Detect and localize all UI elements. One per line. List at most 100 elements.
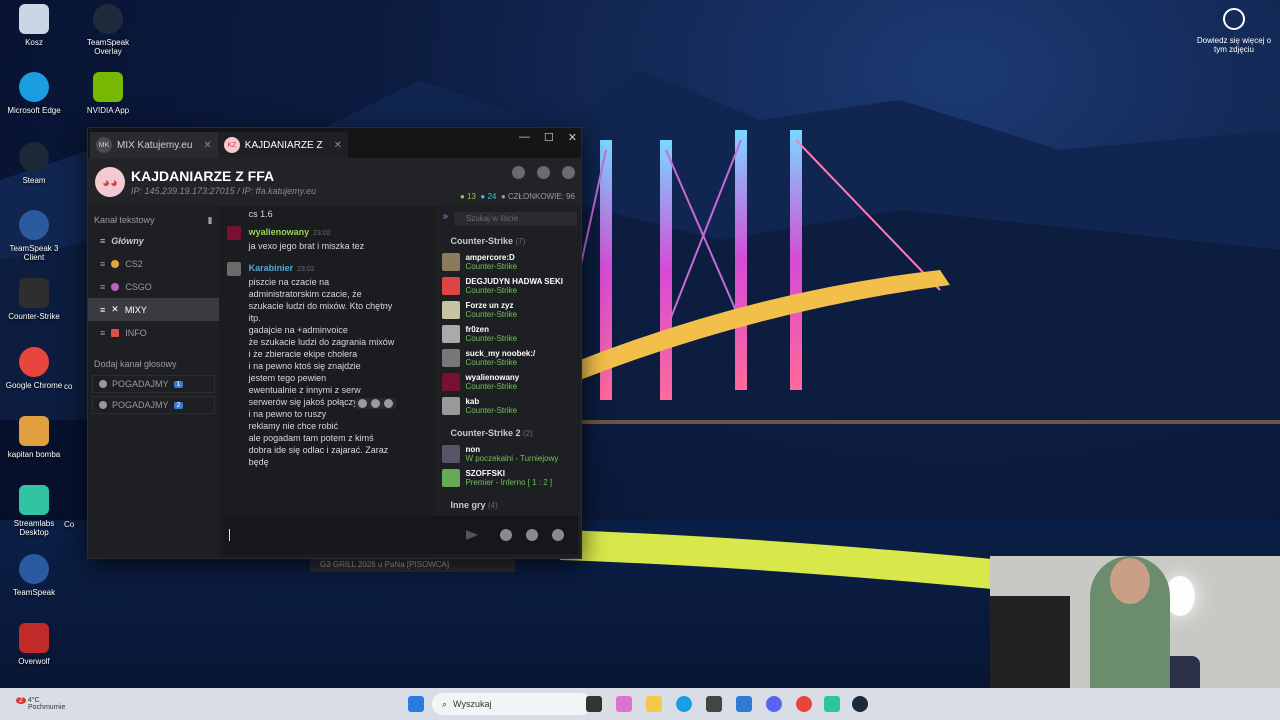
voice-channels-header[interactable]: Dodaj kanał głosowy [94,359,177,369]
edge-icon[interactable] [676,696,692,712]
collapse-members-icon[interactable]: » [442,211,448,222]
desktop-icon-teamspeak-overlay[interactable]: TeamSpeak Overlay [74,4,142,56]
member-item[interactable]: DEGJUDYN HADWA SEKI Counter-Strike [442,274,581,298]
desktop-icon-kapitan-bomba[interactable]: kapitan bomba [0,416,68,459]
maximize-icon[interactable]: ☐ [544,131,554,144]
member-item[interactable]: suck_my noobek:/Counter-Strike [442,346,581,370]
notification-badge: 2 [16,697,26,704]
chrome-icon [19,347,49,377]
member-search[interactable]: Szukaj w liście [454,212,577,226]
send-icon[interactable] [466,530,478,540]
avatar[interactable] [226,262,241,276]
close-tab-icon[interactable]: ✕ [203,140,211,151]
message-text: i na pewno to ruszy [248,409,327,419]
member-item[interactable]: SZOFFSKI Premier - Inferno [ 1 : 2 ] [442,466,581,490]
tab-mix-katujemy[interactable]: MK MIX Katujemy.eu ✕ [90,132,218,158]
task-view-icon[interactable] [586,696,602,712]
more-icon[interactable] [383,399,393,408]
mic-icon [99,380,107,388]
copilot-icon[interactable] [616,696,632,712]
server-header: ◕◕ KAJDANIARZE Z FFA IP: 145.239.19.173:… [88,158,581,206]
desktop-icon-label: TeamSpeak Overlay [86,38,130,56]
desktop-icon-chrome[interactable]: Google Chrome [0,347,68,390]
voice-channel-pogadajmy-2[interactable]: POGADAJMY 2 [92,396,215,414]
desktop-icon-counter-strike[interactable]: Counter-Strike [0,278,68,321]
add-user-icon[interactable] [537,166,550,179]
channel-glowny[interactable]: ≡ Główny [88,229,219,252]
desktop-icon-label: Co [64,520,75,529]
message-author[interactable]: wyalienowany [249,227,310,237]
store-icon[interactable] [706,696,722,712]
windows-start-icon[interactable] [408,696,424,712]
recycle-bin-icon [19,4,49,34]
member-item[interactable]: Forze un zyz Counter-Strike [442,298,581,322]
streamlabs-icon[interactable] [824,696,840,712]
desktop-icon-edge[interactable]: Microsoft Edge [0,72,68,115]
camera-icon [1223,8,1245,30]
member-item[interactable]: ampercore:D Counter-Strike [442,250,581,274]
bell-icon[interactable] [512,166,525,179]
weather-widget[interactable]: 2 4°C Pochmurnie [16,697,65,711]
desktop-icon-label: Counter-Strike [8,312,60,321]
member-item[interactable]: fr0zen Counter-Strike [442,322,581,346]
teamspeak-icon [19,554,49,584]
tab-kajdaniarze[interactable]: KZ KAJDANIARZE Z ✕ [217,132,348,158]
message-text: administratorskim czacie, że [248,289,362,299]
emoji-icon[interactable] [500,529,512,541]
tab-label: KAJDANIARZE Z [244,139,323,151]
attachment-icon[interactable] [526,529,538,541]
message-author[interactable]: Karabinier [249,263,294,273]
trash-icon[interactable]: ▮ [208,215,213,226]
member-item[interactable]: kab Counter-Strike [442,394,581,418]
discord-icon[interactable] [766,696,782,712]
background-window-title[interactable]: G3 GRILL 2026 u PaNa [PISOWCA] [310,558,515,572]
message-text: ale pogadam tam potem z kimś [248,433,374,443]
member-name: ampercore:D [465,253,515,262]
taskbar-search[interactable]: ⌕ Wyszukaj [432,693,592,715]
gear-icon[interactable] [562,166,575,179]
avatar[interactable] [226,226,241,240]
desktop-icon-partial[interactable]: co [64,382,84,391]
message-composer [223,516,578,554]
file-explorer-icon[interactable] [646,696,662,712]
message-text: jestem tego pewien [248,373,327,383]
message-text: i że zbieracie ekipe cholera [248,349,358,359]
weather-temp: 4°C [27,697,40,704]
member-item[interactable]: non W poczekalni - Turniejowy [442,442,581,466]
desktop-icon-overwolf[interactable]: Overwolf [0,623,68,666]
member-name: SZOFFSKI [465,469,506,478]
desktop-icon-steam[interactable]: Steam [0,142,68,185]
delete-icon[interactable] [370,399,380,408]
close-window-icon[interactable]: ✕ [568,131,577,144]
desktop-icon-streamlabs[interactable]: Streamlabs Desktop [0,485,68,537]
channel-cs2[interactable]: ≡ CS2 [88,252,219,275]
desktop-icon-teamspeak[interactable]: TeamSpeak [0,554,68,597]
wallpaper-info[interactable]: Dowiedz się więcej o tym zdjęciu [1194,8,1274,54]
server-stats: ● 13 ● 24 ● CZŁONKOWIE: 96 [459,192,575,201]
member-item[interactable]: wyalienowany Counter-Strike [442,370,581,394]
channel-info[interactable]: ≡ INFO [88,321,219,344]
mail-icon[interactable] [736,696,752,712]
member-name: fr0zen [465,325,490,334]
server-avatar: MK [96,137,112,153]
chrome-icon[interactable] [796,696,812,712]
desktop-icon-partial[interactable]: Co [64,520,84,529]
minimize-icon[interactable]: — [519,131,530,144]
emoji-react-icon[interactable] [357,399,367,408]
message-input[interactable] [229,529,230,541]
mic-icon[interactable] [552,529,564,541]
close-tab-icon[interactable]: ✕ [334,140,342,151]
desktop-icon-label: Microsoft Edge [7,106,61,115]
desktop-icon-nvidia[interactable]: NVIDIA App [74,72,142,115]
nvidia-icon [93,72,123,102]
member-name: DEGJUDYN HADWA SEKI [465,277,563,286]
voice-channel-pogadajmy-1[interactable]: POGADAJMY 1 [92,375,215,393]
member-status: Counter-Strike [465,358,518,367]
desktop-icon-teamspeak3[interactable]: TeamSpeak 3 Client [0,210,68,262]
message-text: i na pewno ktoś się znajdzie [248,361,361,371]
steam-icon[interactable] [852,696,868,712]
desktop-icon-kosz[interactable]: Kosz [0,4,68,47]
search-label: Wyszukaj [453,699,492,709]
channel-mixy[interactable]: ≡ ✕ MIXY [88,298,219,321]
channel-csgo[interactable]: ≡ CSGO [88,275,219,298]
